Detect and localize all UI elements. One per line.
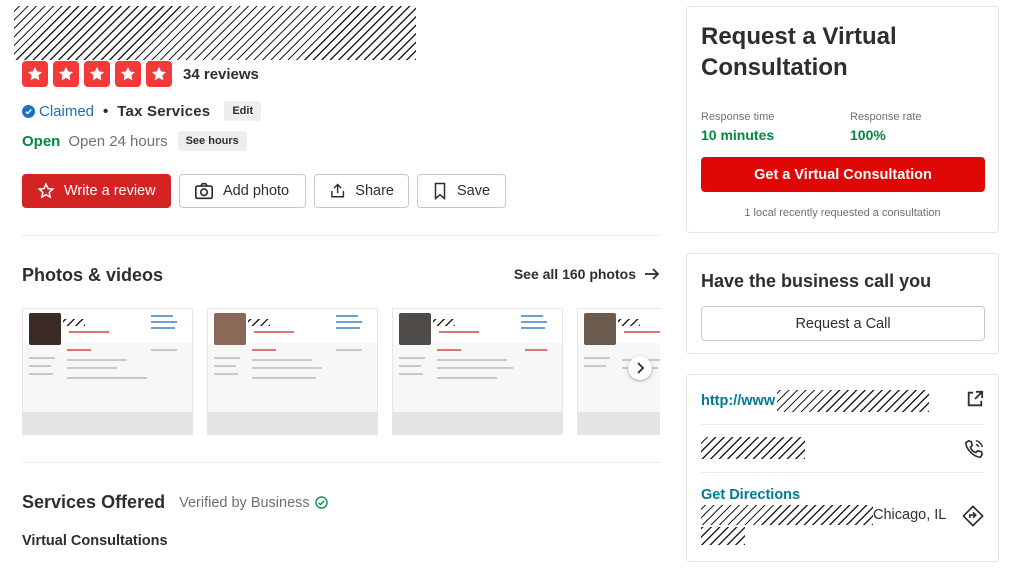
action-bar: Write a review Add photo Share Save (22, 174, 514, 208)
write-review-label: Write a review (64, 183, 156, 199)
photo-thumbnail[interactable] (22, 308, 193, 435)
phone-redacted (701, 437, 805, 459)
see-all-photos-link[interactable]: See all 160 photos (514, 266, 660, 282)
verified-check-icon (314, 496, 328, 509)
check-circle-icon (22, 104, 35, 118)
get-directions-link[interactable]: Get Directions (701, 487, 984, 503)
consultation-card: Request a Virtual Consultation Response … (686, 6, 999, 233)
business-name-redacted (14, 6, 416, 60)
edit-button[interactable]: Edit (224, 101, 262, 121)
external-link-icon[interactable] (966, 390, 984, 408)
phone-icon[interactable] (964, 439, 984, 459)
verified-badge: Verified by Business (179, 495, 328, 511)
services-section-title: Services Offered (22, 492, 166, 512)
directions-row: Get Directions Chicago, IL (701, 487, 984, 545)
services-header: Services Offered Verified by Business (22, 492, 328, 513)
share-label: Share (355, 183, 394, 199)
website-redacted (777, 390, 930, 412)
bookmark-icon (434, 182, 446, 200)
photo-carousel[interactable] (22, 308, 660, 436)
service-item: Virtual Consultations (22, 533, 168, 549)
add-photo-button[interactable]: Add photo (179, 174, 306, 208)
divider (701, 424, 984, 425)
response-time-value: 10 minutes (701, 127, 775, 143)
star-icon (84, 61, 110, 87)
rating-row: 34 reviews (22, 61, 259, 87)
divider (701, 472, 984, 473)
separator-dot: • (103, 102, 109, 120)
see-hours-button[interactable]: See hours (177, 131, 247, 151)
request-call-card: Have the business call you Request a Cal… (686, 253, 999, 354)
business-info-card: http://www Get Directions Chicago, IL (686, 374, 999, 562)
star-icon (115, 61, 141, 87)
save-label: Save (457, 183, 491, 199)
verified-label: Verified by Business (179, 494, 310, 511)
response-time-label: Response time (701, 111, 775, 123)
star-icon (53, 61, 79, 87)
claimed-row: Claimed • Tax Services Edit (22, 101, 262, 121)
directions-icon[interactable] (962, 505, 984, 527)
carousel-next-button[interactable] (628, 356, 652, 380)
chevron-right-icon (637, 362, 645, 374)
response-rate-label: Response rate (850, 111, 922, 123)
category-link[interactable]: Tax Services (117, 103, 210, 120)
consultation-note: 1 local recently requested a consultatio… (744, 207, 941, 219)
hours-text: Open 24 hours (68, 132, 168, 150)
star-icon (22, 61, 48, 87)
website-link[interactable]: http://www (701, 393, 775, 409)
divider (22, 235, 660, 236)
review-count-link[interactable]: 34 reviews (183, 66, 259, 83)
photos-section-title: Photos & videos (22, 265, 164, 285)
camera-icon (195, 182, 213, 200)
photo-thumbnail[interactable] (392, 308, 563, 435)
divider (22, 462, 660, 463)
photo-thumbnail[interactable] (207, 308, 378, 435)
see-all-photos-label: See all 160 photos (513, 266, 636, 282)
add-photo-label: Add photo (223, 183, 290, 199)
street-redacted (701, 505, 873, 525)
star-icon (146, 61, 172, 87)
response-rate-value: 100% (850, 127, 886, 143)
arrow-right-icon (645, 268, 660, 280)
get-virtual-consultation-button[interactable]: Get a Virtual Consultation (701, 157, 985, 192)
address-line: Chicago, IL (701, 505, 984, 525)
address-city: Chicago, IL (873, 507, 947, 523)
write-review-button[interactable]: Write a review (22, 174, 171, 208)
website-row[interactable]: http://www (701, 390, 984, 412)
claimed-label[interactable]: Claimed (39, 103, 94, 120)
share-icon (331, 183, 345, 198)
save-button[interactable]: Save (417, 174, 506, 208)
request-call-title: Have the business call you (701, 271, 932, 291)
consultation-title: Request a Virtual Consultation (701, 23, 897, 81)
phone-row (701, 437, 984, 459)
star-outline-icon (37, 182, 55, 199)
request-call-button[interactable]: Request a Call (701, 306, 985, 341)
zip-redacted (701, 527, 745, 545)
share-button[interactable]: Share (314, 174, 409, 208)
hours-row: Open Open 24 hours See hours (22, 131, 247, 151)
open-status: Open (22, 132, 61, 150)
